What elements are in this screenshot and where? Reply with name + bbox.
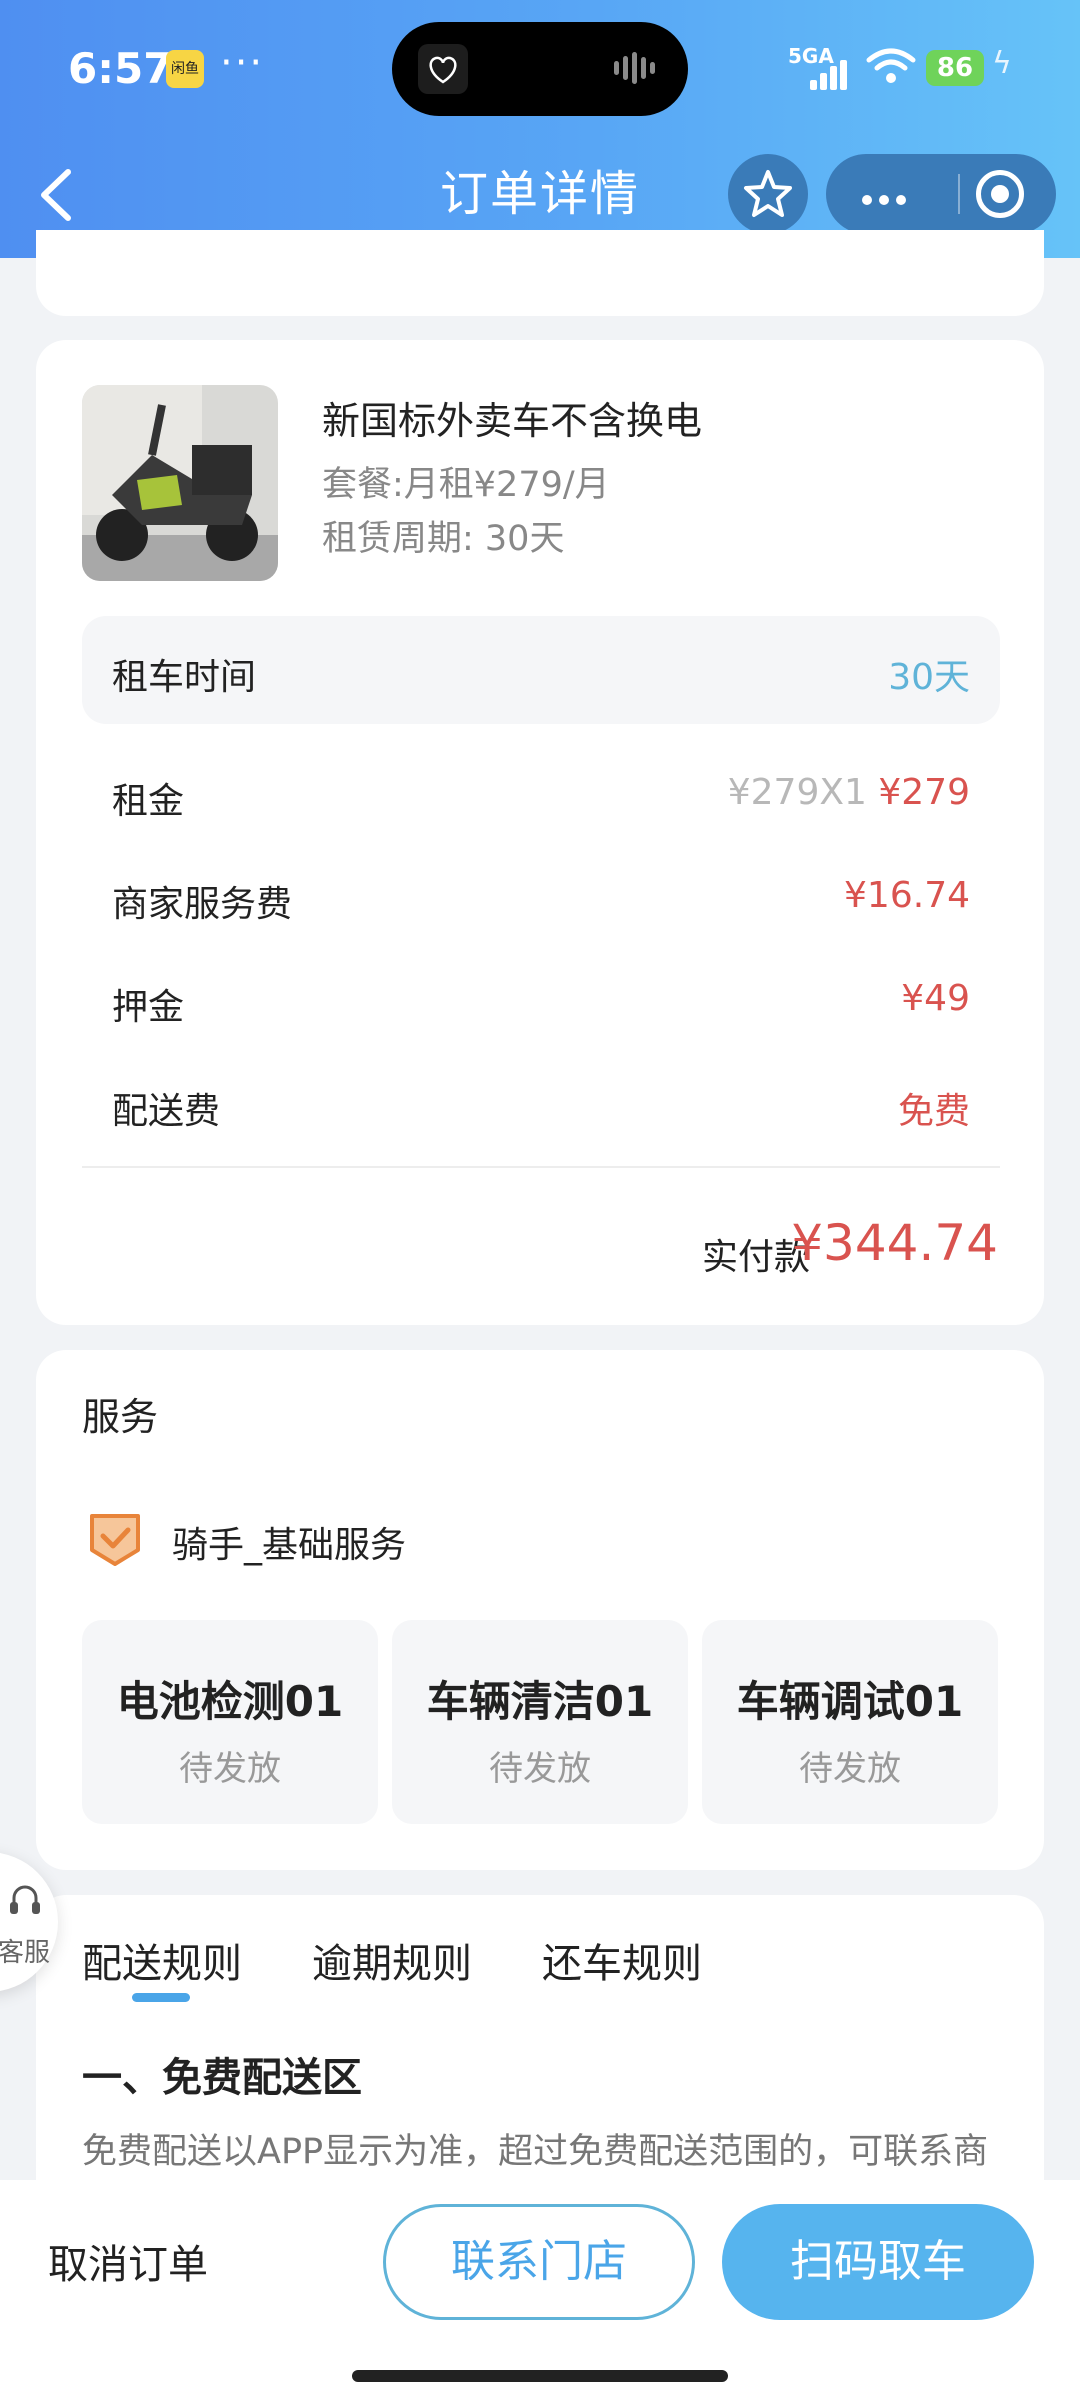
total-amount: ¥344.74 xyxy=(791,1214,998,1272)
fee-label: 押金 xyxy=(112,987,185,1028)
benefit-name: 车辆清洁01 xyxy=(426,1677,654,1726)
active-tab-indicator xyxy=(132,1993,190,2002)
fee-row-deposit: 押金 ¥49 xyxy=(82,966,1000,1036)
rent-time-value: 30天 xyxy=(888,657,970,698)
fee-value: ¥16.74 xyxy=(844,875,970,916)
headset-icon xyxy=(10,1885,40,1914)
status-more-icon: ··· xyxy=(220,40,265,86)
wifi-icon xyxy=(866,48,916,83)
fee-row-delivery: 配送费 免费 xyxy=(82,1070,1000,1140)
header: 6:57 闲鱼 ··· 5GA 86 ϟ 订单详情 xyxy=(0,0,1080,258)
product-image xyxy=(82,385,278,581)
benefit-name: 电池检测01 xyxy=(116,1677,344,1726)
benefit-status: 待发放 xyxy=(489,1749,591,1789)
rent-price: ¥279 xyxy=(878,772,970,813)
rules-heading: 一、免费配送区 xyxy=(82,2055,362,2101)
benefit-card[interactable]: 车辆清洁01 待发放 xyxy=(392,1620,688,1824)
fee-label: 配送费 xyxy=(112,1091,221,1132)
order-card: 新国标外卖车不含换电 套餐:月租¥279/月 租赁周期: 30天 租车时间 30… xyxy=(36,340,1044,1325)
service-title: 服务 xyxy=(82,1395,159,1439)
shield-check-icon xyxy=(90,1514,140,1566)
contact-store-button[interactable]: 联系门店 xyxy=(383,2204,695,2320)
product-plan: 套餐:月租¥279/月 xyxy=(322,465,610,505)
audio-wave-icon xyxy=(614,52,660,86)
charging-bolt-icon: ϟ xyxy=(992,46,1012,81)
rent-time-label: 租车时间 xyxy=(112,657,257,698)
benefit-name: 车辆调试01 xyxy=(736,1677,964,1726)
more-options-icon[interactable] xyxy=(862,190,913,209)
fee-label: 商家服务费 xyxy=(112,884,293,925)
heart-app-icon xyxy=(418,44,468,94)
service-package-name: 骑手_基础服务 xyxy=(172,1525,407,1566)
divider xyxy=(82,1166,1000,1168)
tab-delivery-rules[interactable]: 配送规则 xyxy=(82,1931,242,1989)
status-time: 6:57 xyxy=(68,44,173,93)
close-mini-program-icon[interactable] xyxy=(976,170,1024,218)
dynamic-island xyxy=(392,22,688,116)
tab-overdue-rules[interactable]: 逾期规则 xyxy=(312,1931,472,1989)
fee-value: 免费 xyxy=(897,1091,970,1132)
bottom-action-bar: 取消订单 联系门店 扫码取车 xyxy=(0,2180,1080,2400)
scan-pickup-button[interactable]: 扫码取车 xyxy=(722,2204,1034,2320)
previous-card xyxy=(36,230,1044,316)
rental-period: 租赁周期: 30天 xyxy=(322,519,565,559)
fee-row-service-fee: 商家服务费 ¥16.74 xyxy=(82,863,1000,933)
rent-original-price: ¥279X1 xyxy=(727,772,867,813)
status-bar: 6:57 闲鱼 ··· 5GA 86 ϟ xyxy=(0,0,1080,140)
xianyu-app-icon: 闲鱼 xyxy=(166,50,204,88)
star-icon xyxy=(744,170,792,217)
benefit-card[interactable]: 电池检测01 待发放 xyxy=(82,1620,378,1824)
benefit-status: 待发放 xyxy=(799,1749,901,1789)
mini-program-capsule xyxy=(826,154,1056,234)
benefit-card[interactable]: 车辆调试01 待发放 xyxy=(702,1620,998,1824)
benefit-status: 待发放 xyxy=(179,1749,281,1789)
fee-value: ¥279X1 ¥279 xyxy=(728,772,970,813)
customer-service-label: 客服 xyxy=(0,1938,51,1968)
favorite-button[interactable] xyxy=(728,154,808,234)
service-card: 服务 骑手_基础服务 电池检测01 待发放 车辆清洁01 待发放 车辆调试01 … xyxy=(36,1350,1044,1870)
fee-row-rent: 租金 ¥279X1 ¥279 xyxy=(82,760,1000,830)
home-indicator[interactable] xyxy=(352,2370,728,2382)
rules-text: 免费配送以APP显示为准，超过免费配送范围的，可联系商 xyxy=(82,2132,989,2172)
product-name: 新国标外卖车不含换电 xyxy=(322,399,703,443)
rent-time-row: 租车时间 30天 xyxy=(82,616,1000,724)
battery-icon: 86 xyxy=(926,50,984,86)
cancel-order-button[interactable]: 取消订单 xyxy=(48,2232,208,2290)
capsule-divider xyxy=(958,174,960,214)
fee-value: ¥49 xyxy=(901,978,970,1019)
fee-label: 租金 xyxy=(112,781,185,822)
tab-return-rules[interactable]: 还车规则 xyxy=(542,1931,702,1989)
